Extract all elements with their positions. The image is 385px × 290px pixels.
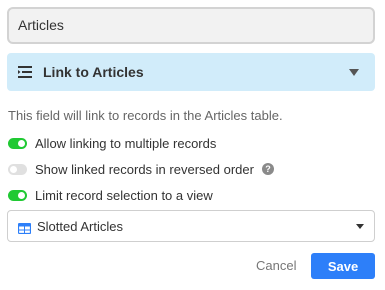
field-config-panel: Articles Link to Articles This field wil…: [0, 0, 385, 290]
option-label: Allow linking to multiple records: [35, 135, 217, 151]
toggle-switch[interactable]: [8, 189, 27, 201]
field-type-select[interactable]: Link to Articles: [7, 53, 375, 91]
save-button[interactable]: Save: [311, 253, 375, 279]
grid-view-icon: [17, 221, 32, 234]
option-allow-multiple[interactable]: Allow linking to multiple records: [8, 134, 216, 152]
toggle-switch[interactable]: [8, 137, 27, 149]
option-reversed-order[interactable]: Show linked records in reversed order ?: [8, 160, 274, 178]
view-select-label: Slotted Articles: [37, 218, 123, 234]
field-description: This field will link to records in the A…: [8, 108, 283, 123]
chevron-down-icon: [349, 68, 359, 76]
field-name-input[interactable]: Articles: [7, 7, 375, 44]
chevron-down-icon: [356, 223, 364, 229]
option-limit-to-view[interactable]: Limit record selection to a view: [8, 186, 213, 204]
field-type-label: Link to Articles: [43, 64, 144, 80]
option-label: Limit record selection to a view: [35, 187, 213, 203]
option-label: Show linked records in reversed order: [35, 161, 254, 177]
toggle-switch[interactable]: [8, 163, 27, 175]
help-icon[interactable]: ?: [261, 163, 274, 175]
view-select[interactable]: Slotted Articles: [7, 210, 375, 242]
cancel-button[interactable]: Cancel: [250, 253, 302, 279]
link-list-icon: [17, 63, 35, 81]
